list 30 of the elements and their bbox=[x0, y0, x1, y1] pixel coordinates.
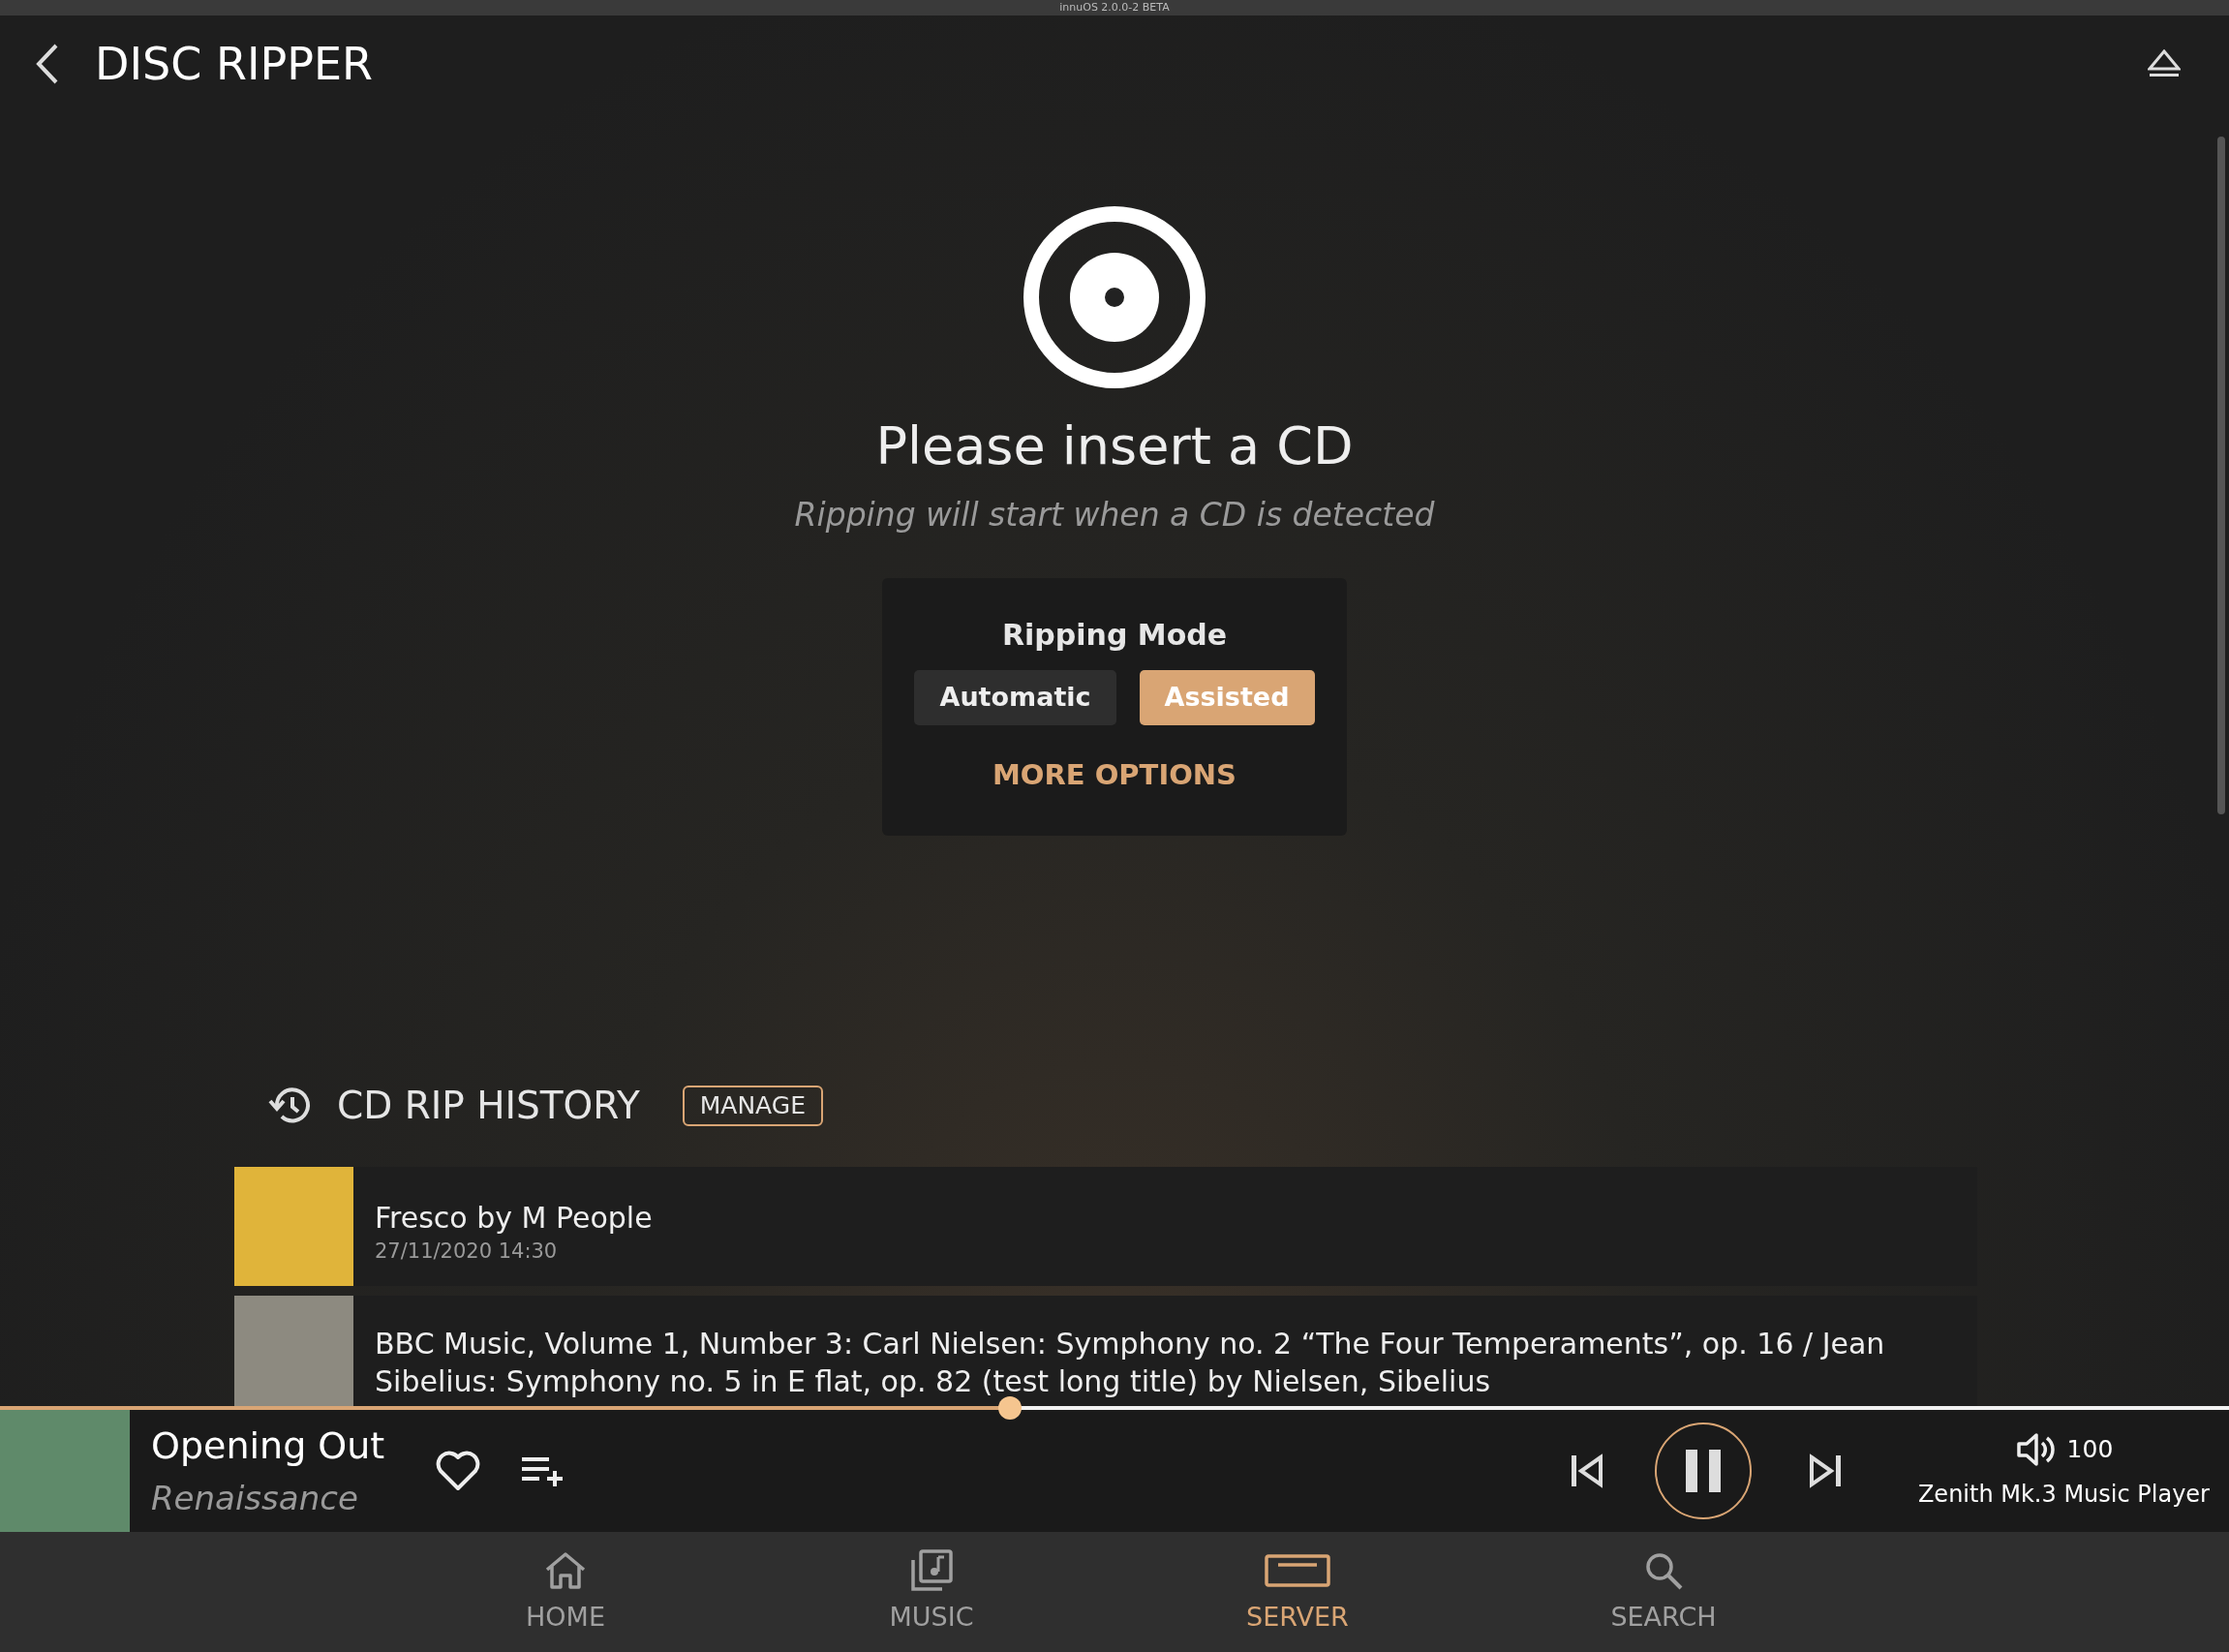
volume-icon[interactable] bbox=[2014, 1430, 2058, 1469]
more-options-link[interactable]: MORE OPTIONS bbox=[992, 753, 1237, 796]
history-title: CD RIP HISTORY bbox=[337, 1082, 640, 1129]
manage-button[interactable]: MANAGE bbox=[682, 1085, 823, 1126]
page-title: DISC RIPPER bbox=[95, 36, 373, 92]
album-name: Renaissance bbox=[151, 1478, 359, 1519]
history-row[interactable]: BBC Music, Volume 1, Number 3: Carl Nielsen: Symphony no. 2 “The Four Temperaments”, op. 16 / Jean Sibelius: Symphony no. 5 in E flat, op. 82 (test long title) by Nielsen, Sibelius bbox=[234, 1296, 1977, 1406]
nav-tab[interactable]: MUSIC bbox=[748, 1532, 1114, 1652]
heart-icon[interactable] bbox=[435, 1450, 482, 1492]
version-label: innuOS 2.0.0-2 BETA bbox=[1059, 1, 1170, 15]
album-title: Fresco by M People bbox=[375, 1200, 653, 1238]
prompt-title: Please insert a CD bbox=[875, 414, 1354, 478]
nav-tab[interactable]: HOME bbox=[382, 1532, 748, 1652]
history-row[interactable]: Fresco by M People 27/11/2020 14:30 bbox=[234, 1167, 1977, 1286]
rip-date: 27/11/2020 14:30 bbox=[375, 1239, 559, 1266]
mode-option[interactable]: Automatic bbox=[914, 669, 1116, 725]
nav-tab[interactable]: SERVER bbox=[1114, 1532, 1481, 1652]
scrollbar[interactable] bbox=[2217, 137, 2225, 814]
disc-icon bbox=[1023, 205, 1206, 389]
track-title: Opening Out bbox=[151, 1423, 385, 1469]
eject-icon[interactable] bbox=[2148, 49, 2181, 78]
album-title: BBC Music, Volume 1, Number 3: Carl Nielsen: Symphony no. 2 “The Four Temperaments”, op. 16 / Jean Sibelius: Symphony no. 5 in E flat, op. 82 (test long title) by Nielsen, Sibelius bbox=[375, 1325, 1886, 1400]
volume-value: 100 bbox=[2066, 1434, 2114, 1466]
ripping-mode-title: Ripping Mode bbox=[1001, 616, 1228, 654]
back-icon[interactable] bbox=[35, 43, 60, 85]
pause-button[interactable] bbox=[1654, 1423, 1752, 1519]
prompt-subtitle: Ripping will start when a CD is detected bbox=[794, 495, 1435, 535]
music-icon bbox=[909, 1546, 954, 1594]
device-name[interactable]: Zenith Mk.3 Music Player bbox=[1917, 1477, 2210, 1512]
nav-tab[interactable]: SEARCH bbox=[1481, 1532, 1847, 1652]
